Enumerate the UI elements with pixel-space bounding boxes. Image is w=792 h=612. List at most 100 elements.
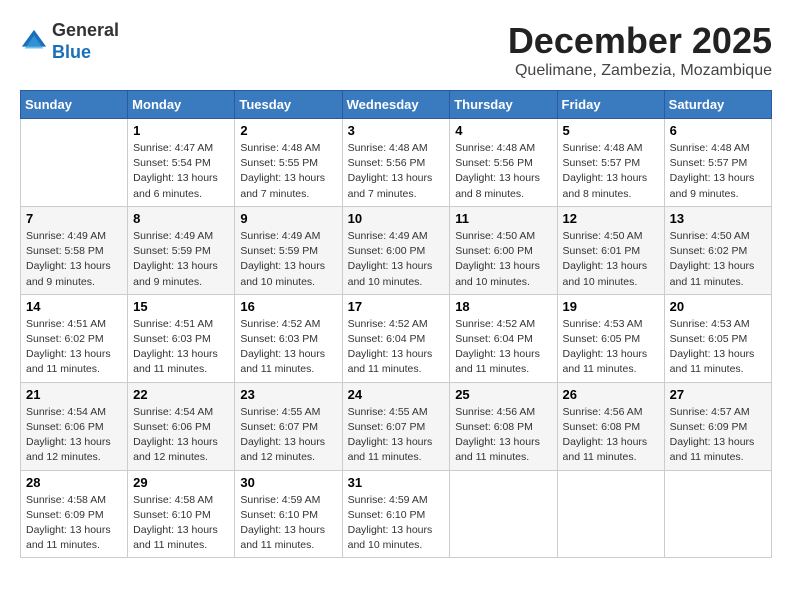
day-info: Sunrise: 4:51 AMSunset: 6:03 PMDaylight:… bbox=[133, 317, 229, 378]
day-number: 29 bbox=[133, 475, 229, 490]
calendar-cell bbox=[450, 470, 557, 558]
calendar-cell: 12 Sunrise: 4:50 AMSunset: 6:01 PMDayligh… bbox=[557, 206, 664, 294]
day-info: Sunrise: 4:47 AMSunset: 5:54 PMDaylight:… bbox=[133, 141, 229, 202]
day-number: 8 bbox=[133, 211, 229, 226]
calendar-cell bbox=[21, 119, 128, 207]
day-info: Sunrise: 4:57 AMSunset: 6:09 PMDaylight:… bbox=[670, 405, 766, 466]
day-number: 1 bbox=[133, 123, 229, 138]
day-info: Sunrise: 4:49 AMSunset: 6:00 PMDaylight:… bbox=[348, 229, 445, 290]
day-number: 28 bbox=[26, 475, 122, 490]
location-subtitle: Quelimane, Zambezia, Mozambique bbox=[508, 62, 772, 80]
day-number: 5 bbox=[563, 123, 659, 138]
calendar-cell: 23 Sunrise: 4:55 AMSunset: 6:07 PMDayligh… bbox=[235, 382, 342, 470]
calendar-cell: 3Sunrise: 4:48 AMSunset: 5:56 PMDaylight… bbox=[342, 119, 450, 207]
day-info: Sunrise: 4:55 AMSunset: 6:07 PMDaylight:… bbox=[348, 405, 445, 466]
day-number: 12 bbox=[563, 211, 659, 226]
calendar-cell: 8 Sunrise: 4:49 AMSunset: 5:59 PMDaylight… bbox=[128, 206, 235, 294]
calendar-cell: 26 Sunrise: 4:56 AMSunset: 6:08 PMDayligh… bbox=[557, 382, 664, 470]
day-info: Sunrise: 4:49 AMSunset: 5:59 PMDaylight:… bbox=[240, 229, 336, 290]
day-number: 25 bbox=[455, 387, 551, 402]
calendar-cell: 2Sunrise: 4:48 AMSunset: 5:55 PMDaylight… bbox=[235, 119, 342, 207]
calendar-cell: 28 Sunrise: 4:58 AMSunset: 6:09 PMDayligh… bbox=[21, 470, 128, 558]
calendar-cell: 19 Sunrise: 4:53 AMSunset: 6:05 PMDayligh… bbox=[557, 294, 664, 382]
day-info: Sunrise: 4:56 AMSunset: 6:08 PMDaylight:… bbox=[455, 405, 551, 466]
calendar-cell: 14Sunrise: 4:51 AMSunset: 6:02 PMDayligh… bbox=[21, 294, 128, 382]
calendar-cell: 10 Sunrise: 4:49 AMSunset: 6:00 PMDayligh… bbox=[342, 206, 450, 294]
calendar-cell: 30 Sunrise: 4:59 AMSunset: 6:10 PMDayligh… bbox=[235, 470, 342, 558]
day-info: Sunrise: 4:54 AMSunset: 6:06 PMDaylight:… bbox=[26, 405, 122, 466]
calendar-table: SundayMondayTuesdayWednesdayThursdayFrid… bbox=[20, 90, 772, 558]
day-number: 18 bbox=[455, 299, 551, 314]
day-info: Sunrise: 4:59 AMSunset: 6:10 PMDaylight:… bbox=[348, 493, 445, 554]
day-number: 16 bbox=[240, 299, 336, 314]
calendar-cell: 31 Sunrise: 4:59 AMSunset: 6:10 PMDayligh… bbox=[342, 470, 450, 558]
month-title: December 2025 bbox=[508, 20, 772, 62]
day-number: 24 bbox=[348, 387, 445, 402]
title-block: December 2025 Quelimane, Zambezia, Mozam… bbox=[508, 20, 772, 80]
day-number: 19 bbox=[563, 299, 659, 314]
day-info: Sunrise: 4:50 AMSunset: 6:00 PMDaylight:… bbox=[455, 229, 551, 290]
logo-text: General Blue bbox=[52, 20, 119, 63]
day-number: 15 bbox=[133, 299, 229, 314]
day-number: 22 bbox=[133, 387, 229, 402]
day-number: 13 bbox=[670, 211, 766, 226]
day-of-week-header: Monday bbox=[128, 91, 235, 119]
logo: General Blue bbox=[20, 20, 119, 63]
day-of-week-header: Friday bbox=[557, 91, 664, 119]
calendar-cell: 29 Sunrise: 4:58 AMSunset: 6:10 PMDayligh… bbox=[128, 470, 235, 558]
calendar-cell: 1 Sunrise: 4:47 AMSunset: 5:54 PMDaylight… bbox=[128, 119, 235, 207]
calendar-cell: 9 Sunrise: 4:49 AMSunset: 5:59 PMDaylight… bbox=[235, 206, 342, 294]
day-info: Sunrise: 4:50 AMSunset: 6:02 PMDaylight:… bbox=[670, 229, 766, 290]
day-info: Sunrise: 4:49 AMSunset: 5:59 PMDaylight:… bbox=[133, 229, 229, 290]
day-info: Sunrise: 4:48 AMSunset: 5:56 PMDaylight:… bbox=[348, 141, 445, 202]
logo-general: General bbox=[52, 20, 119, 40]
calendar-cell: 16 Sunrise: 4:52 AMSunset: 6:03 PMDayligh… bbox=[235, 294, 342, 382]
day-info: Sunrise: 4:49 AMSunset: 5:58 PMDaylight:… bbox=[26, 229, 122, 290]
day-info: Sunrise: 4:54 AMSunset: 6:06 PMDaylight:… bbox=[133, 405, 229, 466]
day-number: 4 bbox=[455, 123, 551, 138]
day-number: 11 bbox=[455, 211, 551, 226]
day-info: Sunrise: 4:53 AMSunset: 6:05 PMDaylight:… bbox=[563, 317, 659, 378]
day-of-week-header: Sunday bbox=[21, 91, 128, 119]
day-info: Sunrise: 4:59 AMSunset: 6:10 PMDaylight:… bbox=[240, 493, 336, 554]
calendar-cell: 13 Sunrise: 4:50 AMSunset: 6:02 PMDayligh… bbox=[664, 206, 771, 294]
day-number: 10 bbox=[348, 211, 445, 226]
day-number: 7 bbox=[26, 211, 122, 226]
logo-icon bbox=[20, 28, 48, 56]
day-info: Sunrise: 4:52 AMSunset: 6:03 PMDaylight:… bbox=[240, 317, 336, 378]
logo-blue: Blue bbox=[52, 42, 91, 62]
day-number: 20 bbox=[670, 299, 766, 314]
day-of-week-header: Wednesday bbox=[342, 91, 450, 119]
day-number: 6 bbox=[670, 123, 766, 138]
day-info: Sunrise: 4:52 AMSunset: 6:04 PMDaylight:… bbox=[348, 317, 445, 378]
day-of-week-header: Thursday bbox=[450, 91, 557, 119]
day-info: Sunrise: 4:51 AMSunset: 6:02 PMDaylight:… bbox=[26, 317, 122, 378]
day-info: Sunrise: 4:48 AMSunset: 5:55 PMDaylight:… bbox=[240, 141, 336, 202]
day-info: Sunrise: 4:56 AMSunset: 6:08 PMDaylight:… bbox=[563, 405, 659, 466]
day-info: Sunrise: 4:50 AMSunset: 6:01 PMDaylight:… bbox=[563, 229, 659, 290]
calendar-cell: 24 Sunrise: 4:55 AMSunset: 6:07 PMDayligh… bbox=[342, 382, 450, 470]
page-header: General Blue December 2025 Quelimane, Za… bbox=[20, 20, 772, 80]
day-number: 27 bbox=[670, 387, 766, 402]
day-number: 23 bbox=[240, 387, 336, 402]
day-number: 26 bbox=[563, 387, 659, 402]
day-number: 30 bbox=[240, 475, 336, 490]
calendar-cell bbox=[557, 470, 664, 558]
day-info: Sunrise: 4:58 AMSunset: 6:10 PMDaylight:… bbox=[133, 493, 229, 554]
day-info: Sunrise: 4:53 AMSunset: 6:05 PMDaylight:… bbox=[670, 317, 766, 378]
day-info: Sunrise: 4:52 AMSunset: 6:04 PMDaylight:… bbox=[455, 317, 551, 378]
day-info: Sunrise: 4:58 AMSunset: 6:09 PMDaylight:… bbox=[26, 493, 122, 554]
calendar-cell: 22 Sunrise: 4:54 AMSunset: 6:06 PMDayligh… bbox=[128, 382, 235, 470]
calendar-cell: 21Sunrise: 4:54 AMSunset: 6:06 PMDayligh… bbox=[21, 382, 128, 470]
calendar-cell: 25 Sunrise: 4:56 AMSunset: 6:08 PMDayligh… bbox=[450, 382, 557, 470]
day-info: Sunrise: 4:48 AMSunset: 5:57 PMDaylight:… bbox=[563, 141, 659, 202]
day-info: Sunrise: 4:55 AMSunset: 6:07 PMDaylight:… bbox=[240, 405, 336, 466]
calendar-cell: 5 Sunrise: 4:48 AMSunset: 5:57 PMDaylight… bbox=[557, 119, 664, 207]
day-number: 31 bbox=[348, 475, 445, 490]
calendar-cell: 17Sunrise: 4:52 AMSunset: 6:04 PMDayligh… bbox=[342, 294, 450, 382]
day-number: 9 bbox=[240, 211, 336, 226]
calendar-cell: 4Sunrise: 4:48 AMSunset: 5:56 PMDaylight… bbox=[450, 119, 557, 207]
calendar-cell bbox=[664, 470, 771, 558]
calendar-cell: 15 Sunrise: 4:51 AMSunset: 6:03 PMDayligh… bbox=[128, 294, 235, 382]
day-of-week-header: Saturday bbox=[664, 91, 771, 119]
